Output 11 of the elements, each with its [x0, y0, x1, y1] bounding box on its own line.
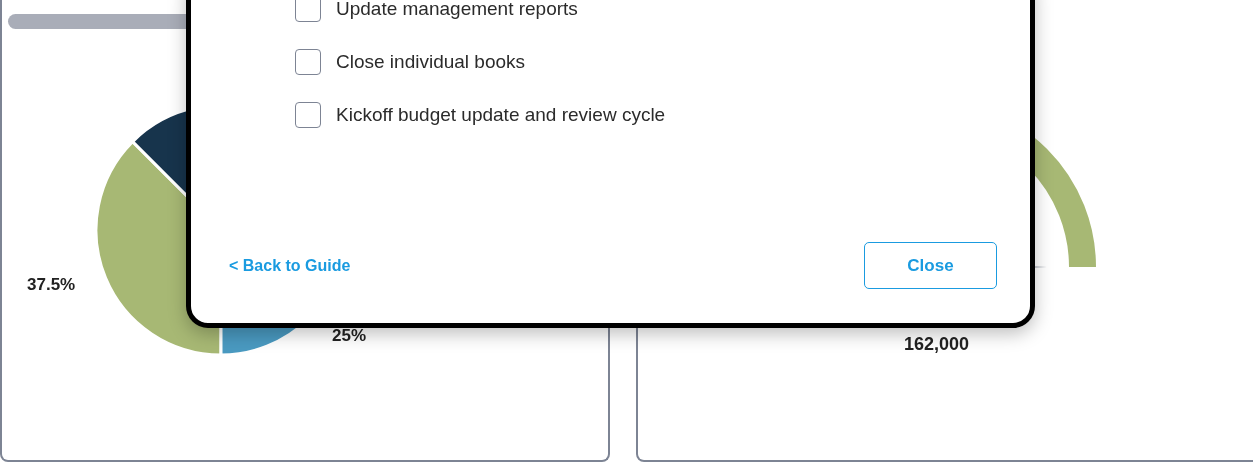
gauge-value: 162,000	[904, 334, 970, 355]
checkbox[interactable]	[295, 102, 321, 128]
checkbox[interactable]	[295, 49, 321, 75]
task-label: Close individual books	[336, 51, 526, 73]
close-button[interactable]: Close	[864, 242, 997, 289]
task-label: Update management reports	[336, 0, 578, 20]
pie-label: 25%	[332, 326, 367, 346]
task-label: Kickoff budget update and review cycle	[336, 104, 666, 126]
back-link[interactable]: < Back to Guide	[229, 256, 351, 275]
checkbox[interactable]	[295, 0, 321, 22]
pie-label: 37.5%	[27, 275, 76, 295]
